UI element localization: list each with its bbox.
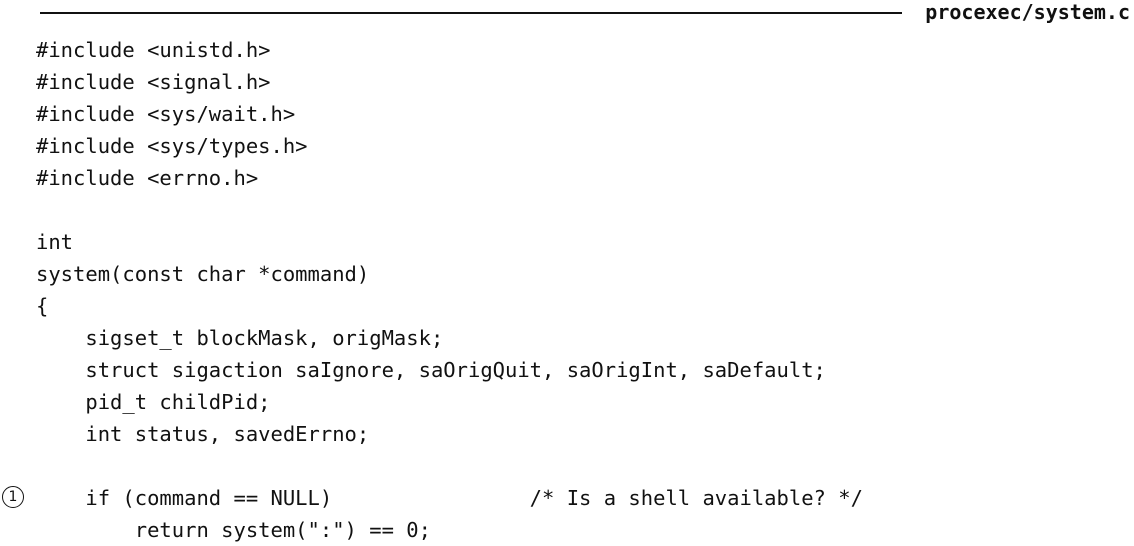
file-name-label: procexec/system.c <box>925 0 1130 24</box>
code-line: #include <sys/types.h> <box>36 134 308 158</box>
code-line: #include <unistd.h> <box>36 38 271 62</box>
code-line: int <box>36 230 74 254</box>
code-line: #include <sys/wait.h> <box>36 102 296 126</box>
code-line: return system(":") == 0; <box>36 518 431 542</box>
code-line: pid_t childPid; <box>36 390 271 414</box>
code-line: struct sigaction saIgnore, saOrigQuit, s… <box>36 358 826 382</box>
header-rule <box>40 12 902 14</box>
code-line: if (command == NULL) /* Is a shell avail… <box>36 486 863 510</box>
code-line: sigset_t blockMask, origMask; <box>36 326 444 350</box>
code-line: { <box>36 294 49 318</box>
callout-marker-1: 1 <box>2 486 24 508</box>
code-line: int status, savedErrno; <box>36 422 370 446</box>
code-line: system(const char *command) <box>36 262 370 286</box>
code-line: #include <errno.h> <box>36 166 259 190</box>
code-line: #include <signal.h> <box>36 70 271 94</box>
code-listing: #include <unistd.h> #include <signal.h> … <box>36 34 863 546</box>
